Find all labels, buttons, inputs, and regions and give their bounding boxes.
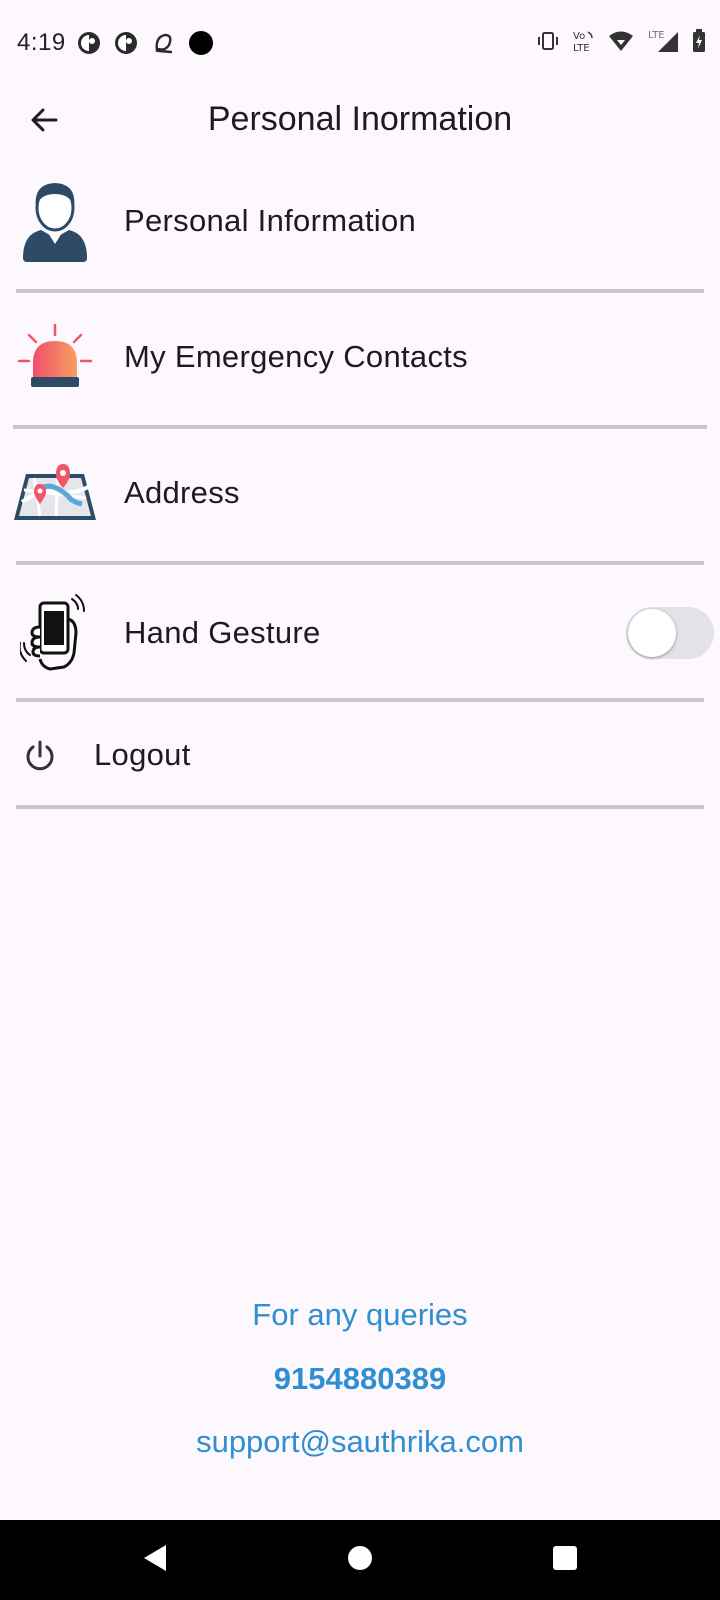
- home-circle-icon: [346, 1544, 374, 1577]
- divider: [16, 289, 704, 293]
- system-nav-bar: [0, 1520, 720, 1600]
- menu-item-label: My Emergency Contacts: [124, 339, 468, 374]
- dot-icon: [188, 30, 214, 61]
- nav-back-button[interactable]: [136, 1540, 176, 1580]
- svg-text:Vo: Vo: [573, 31, 585, 42]
- support-email-link[interactable]: support@sauthrika.com: [0, 1424, 720, 1460]
- status-time: 4:19: [17, 29, 66, 56]
- lte-signal-icon: LTE: [646, 28, 680, 59]
- menu-item-label: Address: [124, 475, 240, 510]
- menu-item-address[interactable]: Address: [0, 448, 720, 538]
- back-triangle-icon: [142, 1543, 170, 1578]
- menu-item-logout[interactable]: Logout: [0, 710, 720, 800]
- vibrate-icon: [536, 29, 560, 58]
- q-app-icon: [151, 31, 175, 60]
- toggle-knob: [628, 609, 676, 657]
- hand-phone-icon: [12, 590, 98, 676]
- person-avatar-icon: [12, 178, 98, 264]
- divider: [16, 561, 704, 565]
- volte-icon: Vo LTE: [572, 28, 596, 59]
- screen: 4:19 Vo LTE LTE Personal Inormation Pers…: [0, 0, 720, 1600]
- divider: [16, 698, 704, 702]
- app-bar: Personal Inormation: [0, 86, 720, 158]
- support-phone-link[interactable]: 9154880389: [0, 1361, 720, 1397]
- page-title: Personal Inormation: [207, 100, 513, 138]
- svg-text:LTE: LTE: [573, 43, 590, 54]
- divider: [16, 805, 704, 809]
- app-notification-icon: [77, 31, 101, 60]
- divider: [13, 425, 707, 429]
- menu-item-hand-gesture[interactable]: Hand Gesture: [0, 588, 720, 678]
- hand-gesture-toggle[interactable]: [626, 607, 714, 659]
- emergency-siren-icon: [12, 314, 98, 400]
- status-bar: 4:19 Vo LTE LTE: [0, 0, 720, 86]
- wifi-icon: [608, 30, 634, 57]
- menu-item-label: Personal Information: [124, 203, 417, 238]
- nav-home-button[interactable]: [340, 1540, 380, 1580]
- footer-queries-label: For any queries: [252, 1297, 468, 1332]
- menu-item-label: Hand Gesture: [124, 615, 321, 650]
- battery-charging-icon: [692, 29, 706, 58]
- recents-square-icon: [552, 1545, 578, 1576]
- map-pins-icon: [12, 450, 98, 536]
- menu-item-emergency-contacts[interactable]: My Emergency Contacts: [0, 312, 720, 402]
- menu-item-personal-information[interactable]: Personal Information: [0, 176, 720, 266]
- status-right-icons: Vo LTE LTE: [536, 28, 706, 59]
- status-left-icons: [77, 30, 214, 61]
- app-notification-icon: [114, 31, 138, 60]
- menu-item-label: Logout: [94, 737, 191, 772]
- svg-text:LTE: LTE: [648, 30, 665, 41]
- power-icon: [22, 738, 58, 774]
- nav-recents-button[interactable]: [545, 1540, 585, 1580]
